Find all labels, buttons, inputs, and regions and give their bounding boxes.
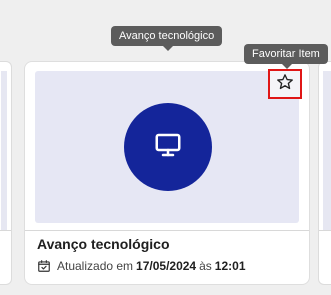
card-updated-info: Atualizado em 17/05/2024 às 12:01 bbox=[37, 259, 246, 273]
previous-card-divider bbox=[0, 230, 11, 231]
monitor-icon bbox=[153, 130, 183, 165]
page: Avanço tecnológico Atualizado em 17/05/2… bbox=[0, 0, 331, 295]
card-title[interactable]: Avanço tecnológico bbox=[37, 236, 170, 252]
star-outline-icon bbox=[276, 73, 294, 96]
thumbnail-circle bbox=[124, 103, 212, 191]
card-thumbnail[interactable] bbox=[35, 71, 299, 223]
updated-date: 17/05/2024 bbox=[136, 259, 197, 273]
next-card-thumbnail bbox=[323, 71, 331, 231]
calendar-check-icon bbox=[38, 260, 50, 272]
updated-time: 12:01 bbox=[214, 259, 246, 273]
previous-card-thumbnail bbox=[1, 71, 7, 231]
next-card[interactable] bbox=[318, 61, 331, 285]
favorite-tooltip: Favoritar Item bbox=[244, 44, 328, 69]
title-tooltip: Avanço tecnológico bbox=[111, 26, 223, 51]
card-divider bbox=[25, 230, 309, 231]
next-card-divider bbox=[319, 230, 331, 231]
updated-prefix: Atualizado em bbox=[57, 259, 134, 273]
previous-card[interactable] bbox=[0, 61, 12, 285]
favorite-button[interactable] bbox=[268, 69, 302, 99]
updated-join: às bbox=[199, 259, 212, 273]
